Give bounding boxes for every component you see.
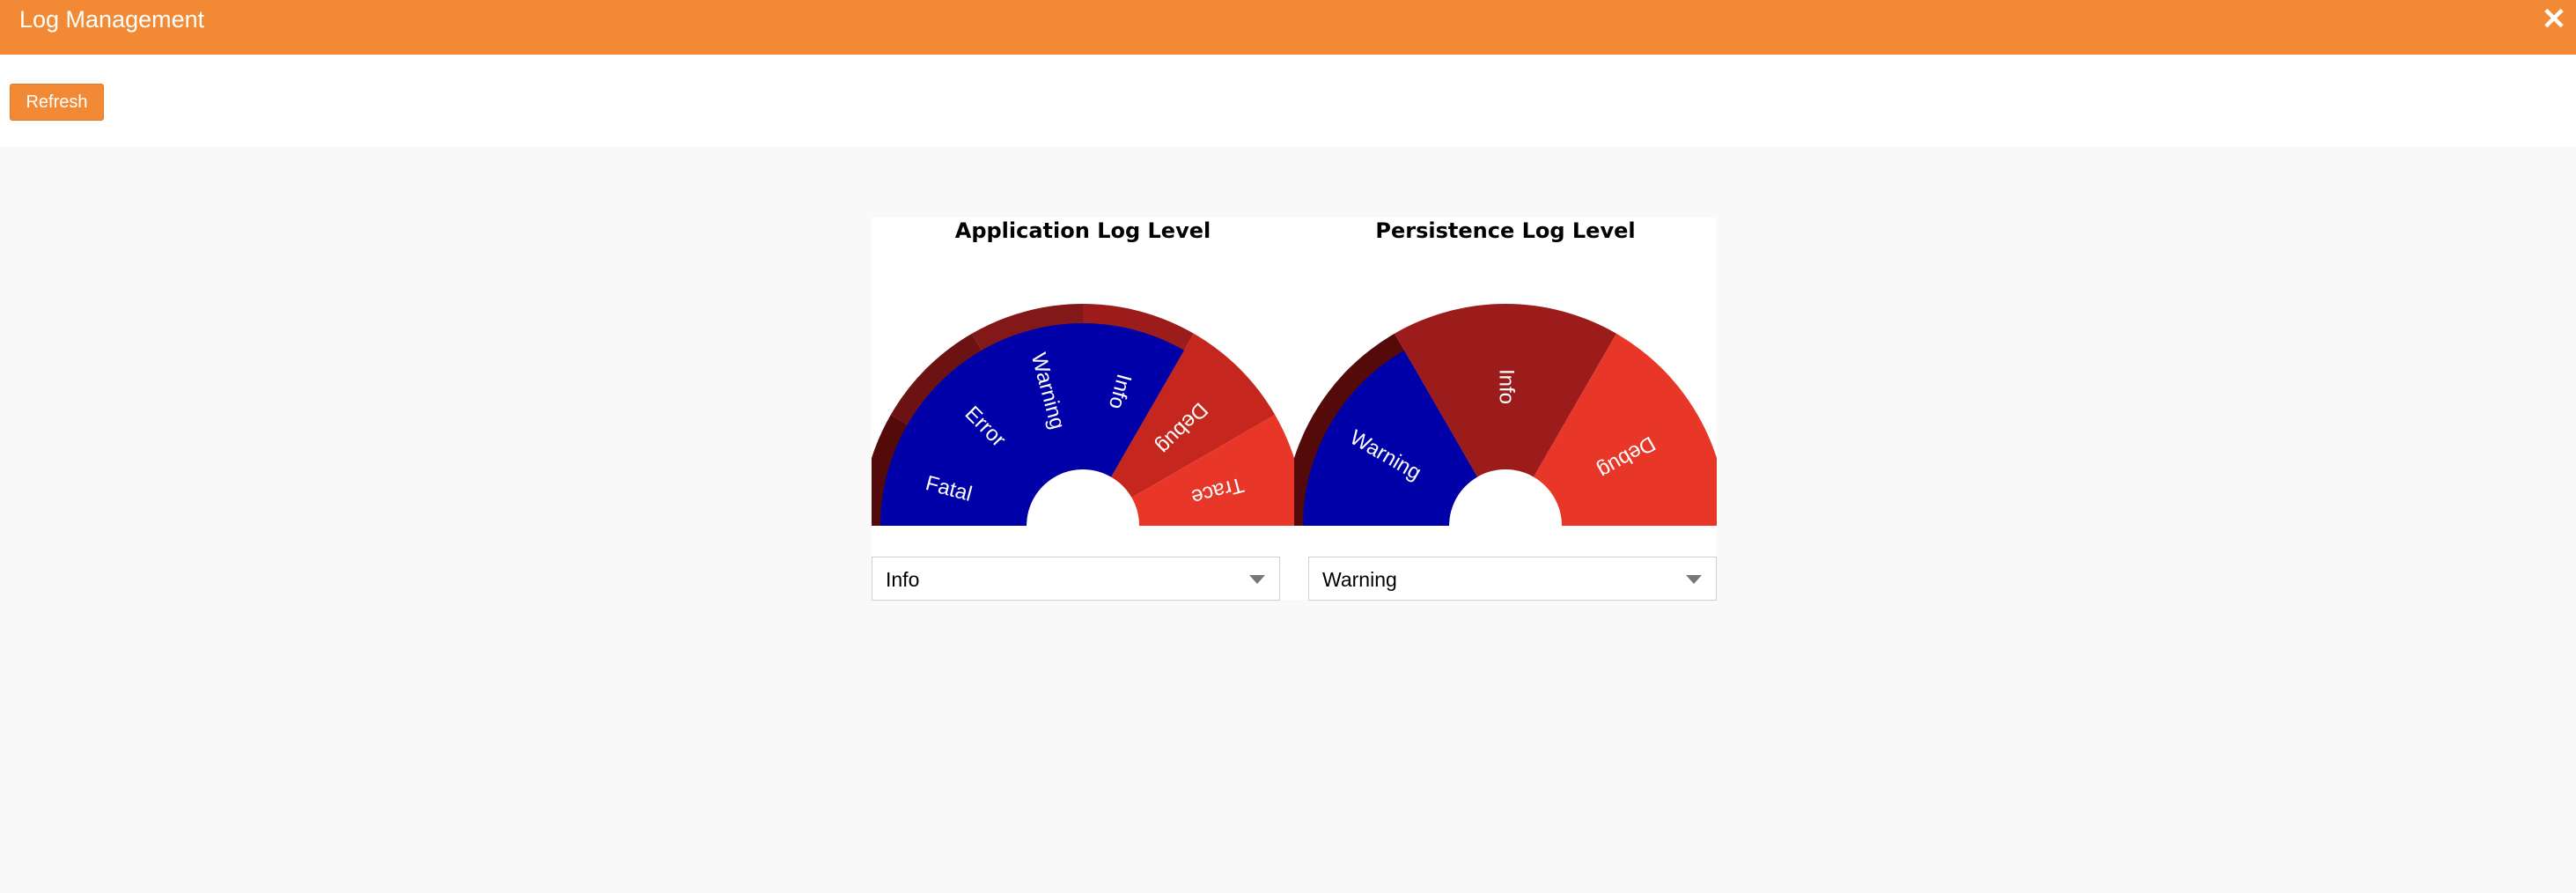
application-log-select-value: Info xyxy=(886,568,920,591)
persistence-log-title: Persistence Log Level xyxy=(1375,218,1636,243)
page-title: Log Management xyxy=(19,6,205,33)
chevron-down-icon xyxy=(1686,575,1702,584)
application-log-panel: Application Log Level Fatal Error Warning I… xyxy=(872,218,1294,601)
title-bar: Log Management ✕ xyxy=(0,0,2576,55)
refresh-button[interactable]: Refresh xyxy=(10,84,104,121)
close-icon[interactable]: ✕ xyxy=(2541,4,2567,35)
application-log-title: Application Log Level xyxy=(954,218,1211,243)
persistence-gauge-label-info: Info xyxy=(1495,369,1519,404)
toolbar: Refresh xyxy=(0,55,2576,147)
persistence-log-gauge[interactable]: WarningInfoDebug xyxy=(1294,251,1717,559)
persistence-log-select[interactable]: Warning xyxy=(1308,557,1717,601)
application-log-gauge[interactable]: FatalError Warning InfoDebugTrace xyxy=(872,251,1294,559)
application-log-select[interactable]: Info xyxy=(872,557,1280,601)
persistence-log-select-value: Warning xyxy=(1322,568,1397,591)
chevron-down-icon xyxy=(1249,575,1265,584)
persistence-log-panel: Persistence Log Level Warning Info Debug W… xyxy=(1294,218,1717,601)
